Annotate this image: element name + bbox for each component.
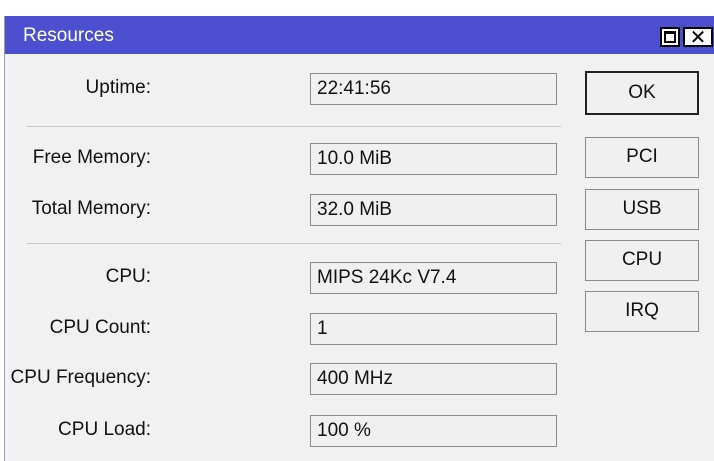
total-memory-field[interactable]: 32.0 MiB: [310, 194, 557, 226]
cpu-frequency-field[interactable]: 400 MHz: [310, 363, 557, 395]
free-memory-label: Free Memory:: [32, 147, 151, 168]
cpu-count-field[interactable]: 1: [310, 313, 557, 345]
ok-button[interactable]: OK: [585, 71, 699, 115]
irq-button[interactable]: IRQ: [585, 291, 699, 332]
uptime-label: Uptime:: [85, 77, 151, 98]
total-memory-label: Total Memory:: [31, 198, 151, 219]
cpu-load-field[interactable]: 100 %: [310, 415, 557, 447]
cpu-frequency-row: CPU Frequency: 400 MHz: [5, 363, 565, 395]
separator: [27, 126, 561, 127]
cpu-row: CPU: MIPS 24Kc V7.4: [5, 262, 565, 294]
uptime-row: Uptime: 22:41:56: [5, 73, 565, 105]
cpu-load-label: CPU Load:: [58, 419, 151, 440]
cpu-button[interactable]: CPU: [585, 240, 699, 281]
cpu-count-row: CPU Count: 1: [5, 313, 565, 345]
cpu-frequency-label: CPU Frequency:: [10, 367, 151, 388]
cpu-field[interactable]: MIPS 24Kc V7.4: [310, 262, 557, 294]
uptime-field[interactable]: 22:41:56: [310, 73, 557, 105]
free-memory-row: Free Memory: 10.0 MiB: [5, 143, 565, 175]
maximize-icon[interactable]: [660, 27, 680, 47]
title-bar[interactable]: Resources ✕: [5, 16, 714, 54]
free-memory-field[interactable]: 10.0 MiB: [310, 143, 557, 175]
cpu-count-label: CPU Count:: [49, 317, 151, 338]
cpu-label: CPU:: [105, 266, 151, 287]
pci-button[interactable]: PCI: [585, 137, 699, 178]
window-title: Resources: [23, 25, 114, 46]
total-memory-row: Total Memory: 32.0 MiB: [5, 194, 565, 226]
usb-button[interactable]: USB: [585, 189, 699, 230]
close-icon[interactable]: ✕: [683, 27, 713, 49]
resources-window: Resources ✕ Uptime: 22:41:56 Free Memory…: [4, 16, 714, 461]
cpu-load-row: CPU Load: 100 %: [5, 415, 565, 447]
separator: [27, 243, 561, 244]
